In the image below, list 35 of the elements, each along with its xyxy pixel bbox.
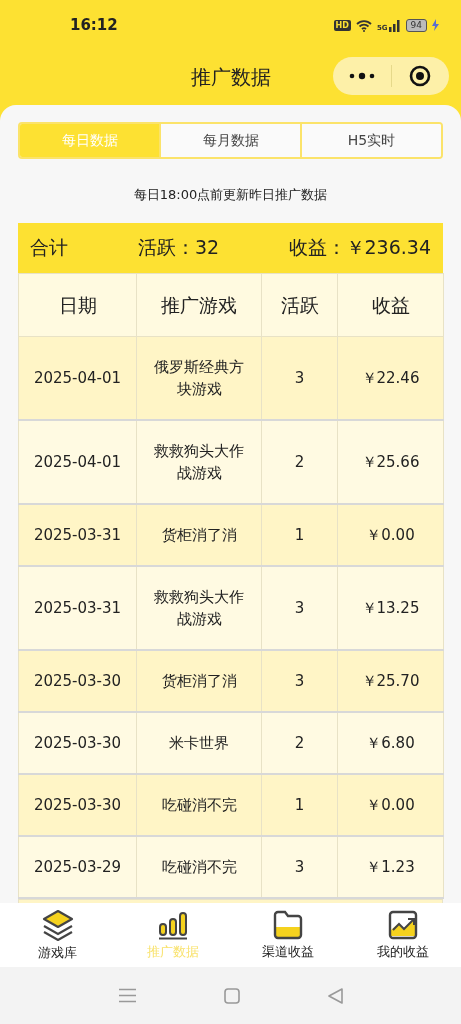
nav-tab[interactable]: 我的收益	[345, 903, 461, 967]
table-cell: 2025-03-31	[18, 504, 137, 566]
column-header: 活跃	[261, 273, 338, 337]
update-notice: 每日18:00点前更新昨日推广数据	[132, 186, 329, 204]
income-total: 收益：￥236.34	[288, 235, 431, 260]
bar-chart-icon	[157, 909, 188, 940]
clock: 16:12	[70, 16, 119, 34]
menu-icon[interactable]	[118, 988, 136, 1003]
table-cell: 2025-03-30	[18, 650, 137, 712]
table-cell: 2025-03-30	[18, 774, 137, 836]
active-total: 活跃：32	[138, 235, 221, 260]
table-cell: 2025-03-31	[18, 566, 137, 650]
trend-chart-icon	[388, 909, 419, 940]
table-cell: 2025-03-29	[18, 836, 137, 898]
nav-tab[interactable]: 渠道收益	[230, 903, 346, 967]
summary-label: 合计	[30, 235, 69, 260]
wifi-icon	[355, 18, 372, 32]
hd-badge: HD	[333, 19, 351, 31]
signal-icon	[388, 18, 401, 32]
battery-level: 94	[405, 18, 427, 32]
layers-icon	[40, 908, 75, 941]
table-cell: 2025-03-30	[18, 712, 137, 774]
column-header: 推广游戏	[136, 273, 262, 337]
close-target-icon[interactable]	[409, 65, 432, 87]
folder-icon	[272, 909, 305, 940]
column-header: 日期	[18, 273, 137, 337]
back-icon[interactable]	[327, 987, 343, 1004]
more-icon[interactable]	[348, 72, 375, 80]
column-header: 收益	[337, 273, 444, 337]
nav-tab[interactable]: 游戏库	[0, 903, 116, 967]
table-cell: 2025-04-01	[18, 336, 137, 420]
page-title: 推广数据	[190, 64, 271, 91]
home-icon[interactable]	[223, 987, 240, 1004]
segment-tab[interactable]: H5实时	[300, 124, 441, 157]
table-cell: 2025-04-01	[18, 420, 137, 504]
